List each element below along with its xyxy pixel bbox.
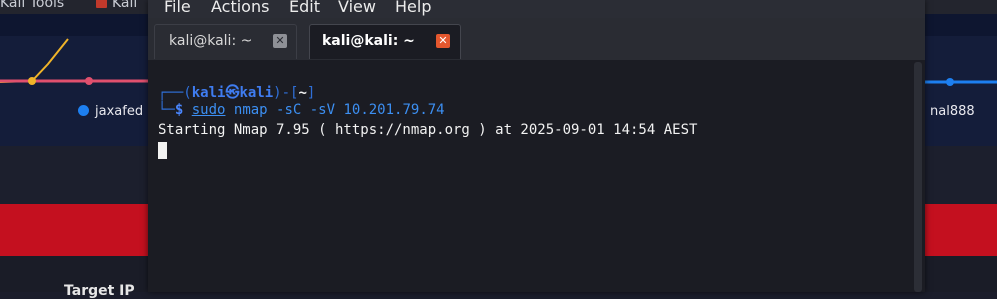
command-sudo: sudo: [191, 102, 226, 118]
prompt-frame: ┌──(: [158, 85, 192, 101]
prompt-frame-bottom: └─: [158, 102, 175, 118]
prompt-path: ~: [298, 85, 307, 101]
chart-line-yellow: [0, 38, 69, 83]
tab-label: kali@kali: ~: [169, 33, 253, 49]
prompt-line-command: └─$ sudo nmap -sC -sV 10.201.79.74: [158, 102, 445, 118]
kali-bookmark-icon: [96, 0, 107, 8]
prompt-dollar: $: [174, 102, 184, 118]
terminal-cursor: [158, 142, 167, 159]
legend-dot-icon: [78, 105, 89, 116]
tab-terminal-1[interactable]: kali@kali: ~ ✕: [154, 24, 297, 59]
bookmark-kali[interactable]: Kali: [96, 0, 137, 11]
prompt-user: kali: [191, 85, 226, 101]
bookmark-kali-tools[interactable]: Kali Tools: [0, 0, 64, 11]
tab-terminal-2[interactable]: kali@kali: ~ ✕: [309, 24, 461, 59]
chart-point-pink: [85, 77, 93, 85]
legend-label-right: nal888: [930, 104, 975, 119]
prompt-frame-mid: )-[: [273, 85, 299, 101]
legend-label-left: jaxafed: [95, 104, 144, 119]
menu-help[interactable]: Help: [395, 0, 431, 16]
chart-point-yellow: [28, 77, 36, 85]
nmap-output-line: Starting Nmap 7.95 ( https://nmap.org ) …: [158, 122, 698, 138]
prompt-host: kali: [239, 85, 274, 101]
prompt-line-top: ┌──(kali㉿kali)-[~]: [158, 82, 315, 102]
legend-item-left: jaxafed: [78, 104, 143, 119]
tab-label: kali@kali: ~: [322, 33, 415, 49]
close-icon[interactable]: ✕: [436, 34, 450, 48]
terminal-output[interactable]: ┌──(kali㉿kali)-[~] └─$ sudo nmap -sC -sV…: [148, 60, 925, 292]
menu-edit[interactable]: Edit: [289, 0, 320, 16]
menu-actions[interactable]: Actions: [211, 0, 269, 16]
close-icon[interactable]: ✕: [273, 34, 287, 48]
bookmark-kali-label: Kali: [112, 0, 138, 11]
menu-file[interactable]: File: [164, 0, 191, 16]
prompt-at-icon: ㉿: [225, 85, 240, 101]
chart-point-blue: [946, 78, 954, 86]
command-args: nmap -sC -sV 10.201.79.74: [233, 102, 445, 118]
target-ip-label: Target IP: [64, 283, 135, 299]
legend-item-right: nal888: [930, 104, 975, 119]
menu-view[interactable]: View: [338, 0, 376, 16]
terminal-tabbar: kali@kali: ~ ✕ kali@kali: ~ ✕: [148, 18, 925, 60]
terminal-menubar: File Actions Edit View Help: [148, 0, 925, 18]
prompt-frame-end: ]: [306, 85, 316, 101]
terminal-window[interactable]: File Actions Edit View Help kali@kali: ~…: [148, 0, 925, 292]
scrollbar[interactable]: [914, 62, 922, 292]
